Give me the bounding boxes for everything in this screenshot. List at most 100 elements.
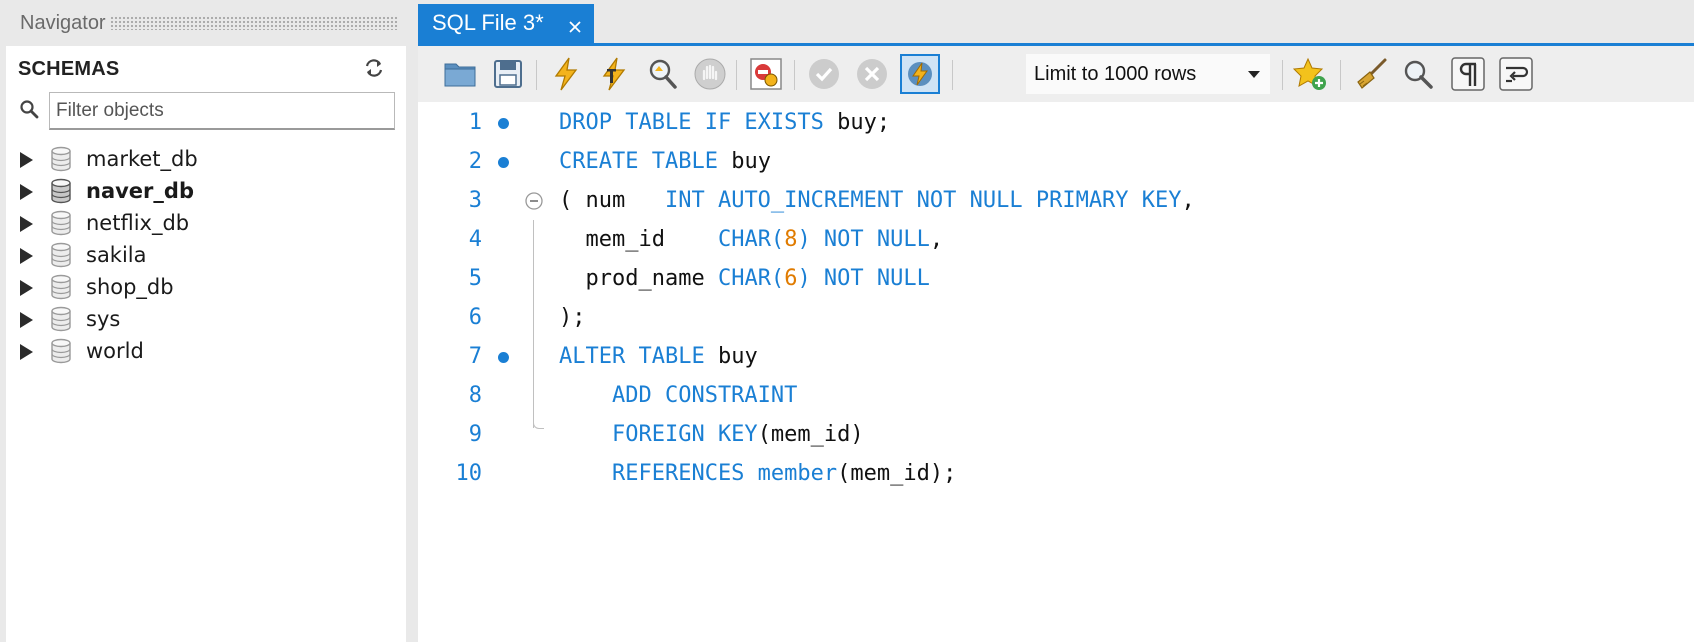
toolbar-separator bbox=[1282, 60, 1283, 90]
line-number: 10 bbox=[455, 461, 483, 486]
expand-arrow-icon[interactable] bbox=[20, 344, 33, 360]
code-line: 5 prod_name CHAR(6) NOT NULL bbox=[418, 259, 1694, 299]
filter-objects-input[interactable] bbox=[49, 92, 395, 130]
schema-name: netflix_db bbox=[86, 211, 190, 235]
expand-arrow-icon[interactable] bbox=[20, 280, 33, 296]
rollback-icon[interactable] bbox=[852, 54, 892, 94]
sql-identifier: , bbox=[929, 227, 944, 252]
schema-name: world bbox=[86, 339, 144, 363]
code-text: ADD CONSTRAINT bbox=[559, 376, 797, 416]
fold-collapse-icon[interactable] bbox=[524, 191, 544, 211]
add-snippet-icon[interactable] bbox=[1290, 54, 1330, 94]
code-line: 4 mem_id CHAR(8) NOT NULL, bbox=[418, 220, 1694, 260]
line-number: 2 bbox=[468, 149, 482, 174]
database-icon bbox=[51, 178, 71, 204]
sql-keyword: CREATE TABLE bbox=[559, 149, 718, 174]
sql-identifier: ( num bbox=[559, 188, 665, 213]
toolbar-separator bbox=[536, 60, 537, 90]
expand-arrow-icon[interactable] bbox=[20, 248, 33, 264]
expand-arrow-icon[interactable] bbox=[20, 312, 33, 328]
save-icon[interactable] bbox=[488, 54, 528, 94]
tab-label: SQL File 3* bbox=[432, 10, 544, 35]
sql-keyword: ) NOT NULL bbox=[797, 266, 930, 291]
autocommit-icon[interactable] bbox=[900, 54, 940, 94]
execute-icon[interactable] bbox=[546, 54, 586, 94]
sql-identifier: buy bbox=[717, 149, 771, 174]
line-number: 8 bbox=[468, 383, 482, 408]
refresh-icon[interactable] bbox=[362, 56, 386, 80]
database-icon bbox=[51, 210, 71, 236]
sql-identifier: , bbox=[1181, 188, 1195, 213]
database-icon bbox=[51, 306, 71, 332]
schema-item[interactable]: shop_db bbox=[6, 271, 406, 303]
code-line: 10 REFERENCES member(mem_id); bbox=[418, 454, 1694, 494]
sql-code-editor[interactable]: 1 DROP TABLE IF EXISTS buy; 2 CREATE TABLE … bbox=[418, 102, 1694, 642]
sql-keyword: CHAR( bbox=[717, 266, 785, 291]
tab-bar: SQL File 3* bbox=[418, 0, 1694, 46]
line-number: 7 bbox=[468, 344, 482, 369]
word-wrap-icon[interactable] bbox=[1496, 54, 1536, 94]
code-text: ALTER TABLE buy bbox=[559, 337, 758, 377]
database-icon bbox=[51, 338, 71, 364]
schema-tree: market_db naver_db netflix_dbsakila shop_db… bbox=[6, 143, 406, 367]
line-number: 3 bbox=[468, 188, 482, 213]
code-text: ( num INT AUTO_INCREMENT NOT NULL PRIMAR… bbox=[559, 181, 1195, 221]
schema-item[interactable]: sys bbox=[6, 303, 406, 335]
sql-keyword: CHAR( bbox=[717, 227, 785, 252]
sql-identifier: ); bbox=[559, 305, 586, 330]
limit-rows-value: Limit to 1000 rows bbox=[1034, 62, 1197, 85]
navigator-panel: Navigator SCHEMAS market_db naver_dbnetfl… bbox=[0, 0, 408, 642]
find-icon[interactable] bbox=[1398, 54, 1438, 94]
sql-keyword: REFERENCES member bbox=[559, 461, 838, 486]
toggle-continue-on-error-icon[interactable] bbox=[746, 54, 786, 94]
explain-icon[interactable] bbox=[642, 54, 682, 94]
code-line: 8 ADD CONSTRAINT bbox=[418, 376, 1694, 416]
panel-drag-grip[interactable] bbox=[109, 16, 398, 30]
limit-rows-select[interactable]: Limit to 1000 rows bbox=[1026, 54, 1270, 94]
schema-name: shop_db bbox=[86, 275, 174, 299]
toolbar-separator bbox=[736, 60, 737, 90]
line-number: 1 bbox=[468, 110, 482, 135]
commit-icon[interactable] bbox=[804, 54, 844, 94]
expand-arrow-icon[interactable] bbox=[20, 184, 33, 200]
schema-name: market_db bbox=[86, 147, 198, 171]
beautify-icon[interactable] bbox=[1350, 54, 1390, 94]
code-text: FOREIGN KEY(mem_id) bbox=[559, 415, 864, 455]
schema-name: sys bbox=[86, 307, 121, 331]
navigator-header: Navigator bbox=[0, 0, 408, 46]
sql-number: 8 bbox=[784, 227, 798, 252]
code-text: REFERENCES member(mem_id); bbox=[559, 454, 956, 494]
expand-arrow-icon[interactable] bbox=[20, 216, 33, 232]
code-line: 3 ( num INT AUTO_INCREMENT NOT NULL PRIMA… bbox=[418, 181, 1694, 221]
schema-item[interactable]: world bbox=[6, 335, 406, 367]
sql-keyword: ADD CONSTRAINT bbox=[559, 383, 798, 408]
schema-item[interactable]: market_db bbox=[6, 143, 406, 175]
code-line: 2 CREATE TABLE buy bbox=[418, 142, 1694, 182]
schema-item[interactable]: naver_db bbox=[6, 175, 406, 207]
schema-item[interactable]: sakila bbox=[6, 239, 406, 271]
line-number: 5 bbox=[468, 266, 482, 291]
expand-arrow-icon[interactable] bbox=[20, 152, 33, 168]
database-icon bbox=[51, 242, 71, 268]
open-file-icon[interactable] bbox=[440, 54, 480, 94]
schemas-label: SCHEMAS bbox=[18, 58, 120, 80]
sql-identifier: buy; bbox=[823, 110, 891, 135]
tab-sql-file[interactable]: SQL File 3* bbox=[418, 4, 594, 46]
sql-keyword: DROP TABLE IF EXISTS bbox=[559, 110, 824, 135]
schema-item[interactable]: netflix_db bbox=[6, 207, 406, 239]
sql-identifier: (mem_id) bbox=[757, 422, 864, 447]
sql-keyword: FOREIGN KEY bbox=[559, 422, 758, 447]
stop-icon[interactable] bbox=[690, 54, 730, 94]
code-line: 1 DROP TABLE IF EXISTS buy; bbox=[418, 103, 1694, 143]
database-icon bbox=[51, 146, 71, 172]
line-number: 6 bbox=[468, 305, 482, 330]
execute-current-icon[interactable] bbox=[594, 54, 634, 94]
code-text: DROP TABLE IF EXISTS buy; bbox=[559, 103, 890, 143]
statement-marker-icon bbox=[498, 352, 509, 363]
close-icon[interactable] bbox=[566, 18, 584, 36]
search-icon bbox=[20, 100, 39, 119]
sql-keyword: ALTER TABLE bbox=[559, 344, 705, 369]
show-invisible-chars-icon[interactable] bbox=[1448, 54, 1488, 94]
schema-name: sakila bbox=[86, 243, 147, 267]
code-line: 9 FOREIGN KEY(mem_id) bbox=[418, 415, 1694, 455]
